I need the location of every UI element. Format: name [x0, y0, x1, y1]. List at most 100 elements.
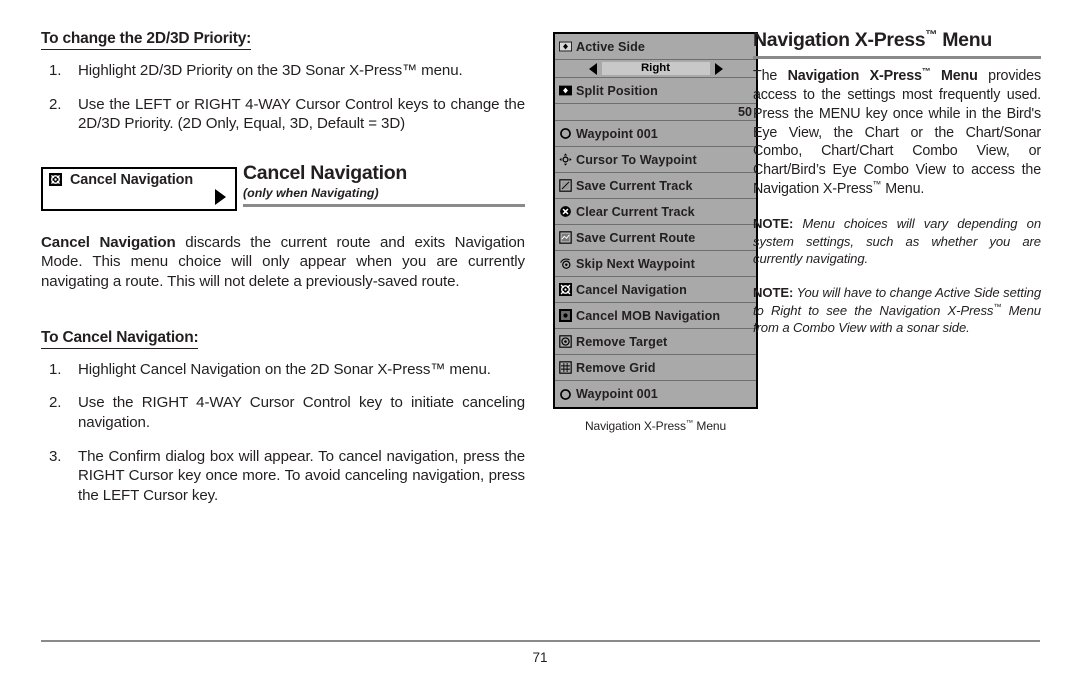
- list-item-number: 1.: [49, 62, 62, 79]
- cancel-navigation-menu-widget[interactable]: Cancel Navigation: [41, 166, 237, 211]
- left-right-arrows-icon: [559, 85, 572, 96]
- list-item: 3. The Confirm dialog box will appear. T…: [41, 447, 525, 506]
- right-title-post: Menu: [937, 29, 992, 51]
- trademark-symbol: ™: [925, 27, 938, 42]
- list-item: 2. Use the LEFT or RIGHT 4-WAY Cursor Co…: [41, 95, 525, 134]
- list-item: 2. Use the RIGHT 4-WAY Cursor Control ke…: [41, 393, 525, 432]
- menu-value-row-active-side[interactable]: Right: [555, 60, 756, 78]
- list-item-number: 1.: [49, 360, 62, 378]
- menu-item-cancel-navigation[interactable]: Cancel Navigation: [555, 277, 756, 303]
- right-column: Navigation X-Press™ Menu The Navigation …: [753, 27, 1041, 349]
- right-title-divider: [753, 56, 1041, 60]
- left-triangle-icon[interactable]: [588, 62, 597, 75]
- menu-item-waypoint-001-bottom[interactable]: Waypoint 001: [555, 381, 756, 407]
- document-page: To change the 2D/3D Priority: 1. Highlig…: [0, 0, 1080, 688]
- skip-waypoint-icon: [560, 258, 571, 269]
- note-menu-choices: NOTE: Menu choices will vary depending o…: [753, 215, 1041, 267]
- list-item-number: 3.: [49, 447, 62, 465]
- trademark-symbol: ™: [921, 66, 931, 77]
- para-tail: Menu.: [881, 180, 925, 197]
- menu-item-remove-target[interactable]: Remove Target: [555, 329, 756, 355]
- figure-caption-post: Menu: [693, 419, 727, 433]
- list-item: 1. Highlight 2D/3D Priority on the 3D So…: [41, 61, 525, 81]
- para-bold-post: Menu: [930, 68, 978, 85]
- note-text: Menu choices will vary depending on syst…: [753, 216, 1041, 267]
- menu-item-waypoint-001-top[interactable]: Waypoint 001: [555, 121, 756, 147]
- description-bold-lead: Cancel Navigation: [41, 233, 176, 251]
- list-item-text: Highlight Cancel Navigation on the 2D So…: [78, 360, 491, 378]
- circle-waypoint-icon: [560, 128, 571, 139]
- circle-x-icon: [560, 206, 571, 217]
- cancel-mob-icon: [559, 309, 572, 322]
- list-item-text: Use the RIGHT 4-WAY Cursor Control key t…: [78, 394, 525, 431]
- cancel-navigation-description: Cancel Navigation discards the current r…: [41, 233, 525, 292]
- right-triangle-icon[interactable]: [714, 62, 723, 75]
- list-item-text: Use the LEFT or RIGHT 4-WAY Cursor Contr…: [78, 95, 525, 133]
- footer-divider: [41, 640, 1040, 642]
- menu-item-remove-grid[interactable]: Remove Grid: [555, 355, 756, 381]
- menu-item-label: Cursor To Waypoint: [576, 152, 697, 167]
- menu-item-active-side[interactable]: Active Side: [555, 34, 756, 60]
- section-heading-cancel-navigation: To Cancel Navigation:: [41, 329, 199, 349]
- para-lead: The: [753, 68, 788, 85]
- menu-item-save-current-route[interactable]: Save Current Route: [555, 225, 756, 251]
- figure-caption: Navigation X-Press™ Menu: [553, 419, 758, 433]
- navigation-xpress-menu-figure: Active Side Right Split Position 50 Wayp…: [553, 32, 758, 433]
- right-title-pre: Navigation X-Press: [753, 29, 926, 51]
- page-number: 71: [532, 650, 548, 665]
- menu-item-label: Save Current Track: [576, 178, 693, 193]
- right-triangle-icon: [215, 188, 226, 205]
- menu-item-label: Split Position: [576, 83, 658, 98]
- list-item-number: 2.: [49, 394, 62, 412]
- left-column: To change the 2D/3D Priority: 1. Highlig…: [41, 30, 525, 505]
- widget-label-group: Cancel Navigation: [49, 172, 193, 188]
- widget-label-text: Cancel Navigation: [70, 171, 194, 188]
- menu-item-label: Save Current Route: [576, 230, 696, 245]
- menu-item-skip-next-waypoint[interactable]: Skip Next Waypoint: [555, 251, 756, 277]
- note-label: NOTE:: [753, 285, 794, 301]
- menu-item-label: Remove Target: [576, 334, 668, 349]
- section-heading-2d3d-priority: To change the 2D/3D Priority:: [41, 30, 251, 50]
- figure-caption-pre: Navigation X-Press: [584, 419, 686, 433]
- menu-panel: Active Side Right Split Position 50 Wayp…: [553, 32, 758, 409]
- menu-item-label: Waypoint 001: [576, 126, 658, 141]
- menu-item-label: Clear Current Track: [576, 204, 695, 219]
- circle-waypoint-icon: [560, 388, 571, 400]
- save-track-icon: [559, 179, 572, 192]
- cancel-navigation-widget-row: Cancel Navigation Cancel Navigation (onl…: [41, 162, 525, 213]
- list-item-text: The Confirm dialog box will appear. To c…: [78, 447, 525, 504]
- menu-item-save-current-track[interactable]: Save Current Track: [555, 173, 756, 199]
- menu-item-label: Waypoint 001: [576, 387, 658, 401]
- menu-item-label: Skip Next Waypoint: [576, 256, 695, 271]
- cancel-navigation-heading-block: Cancel Navigation (only when Navigating): [243, 161, 525, 208]
- cancel-navigation-icon: [49, 173, 62, 187]
- menu-item-label: Remove Grid: [576, 360, 656, 375]
- menu-item-label: Active Side: [576, 39, 645, 54]
- cancel-navigation-icon: [559, 283, 572, 296]
- left-right-arrows-icon: [559, 41, 572, 52]
- page-subtitle: (only when Navigating): [243, 186, 379, 201]
- navigation-menu-description: The Navigation X-Press™ Menu provides ac…: [753, 67, 1041, 198]
- heading-divider: [243, 204, 525, 208]
- note-active-side: NOTE: You will have to change Active Sid…: [753, 284, 1041, 336]
- menu-item-clear-current-track[interactable]: Clear Current Track: [555, 199, 756, 225]
- target-icon: [559, 335, 572, 348]
- list-item-text: Highlight 2D/3D Priority on the 3D Sonar…: [78, 62, 463, 79]
- menu-value-active-side: Right: [601, 62, 710, 75]
- menu-item-label: Cancel Navigation: [576, 282, 687, 297]
- menu-item-cursor-to-waypoint[interactable]: Cursor To Waypoint: [555, 147, 756, 173]
- list-item: 1. Highlight Cancel Navigation on the 2D…: [41, 360, 525, 380]
- para-body: provides access to the settings most fre…: [753, 68, 1041, 197]
- steps-list-2d3d-priority: 1. Highlight 2D/3D Priority on the 3D So…: [41, 61, 525, 134]
- crosshair-icon: [559, 153, 572, 166]
- menu-item-split-position[interactable]: Split Position: [555, 78, 756, 104]
- grid-icon: [559, 361, 572, 374]
- menu-item-label: Cancel MOB Navigation: [576, 308, 721, 323]
- right-column-title: Navigation X-Press™ Menu: [753, 27, 1041, 51]
- menu-item-cancel-mob-navigation[interactable]: Cancel MOB Navigation: [555, 303, 756, 329]
- para-bold-pre: Navigation X-Press: [787, 68, 922, 85]
- menu-value-split-position: 50: [555, 104, 756, 121]
- list-item-number: 2.: [49, 95, 62, 113]
- note-label: NOTE:: [753, 216, 794, 232]
- page-title: Cancel Navigation: [243, 161, 407, 184]
